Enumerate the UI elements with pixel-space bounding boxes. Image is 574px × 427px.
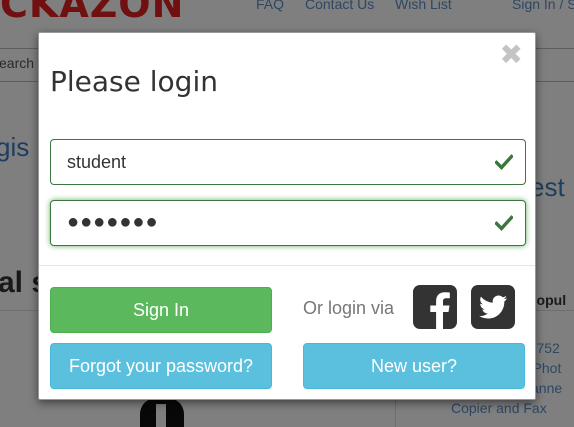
twitter-icon[interactable] <box>471 285 515 329</box>
login-modal: ✖ Please login student ●●●●●●● Sign In O… <box>38 32 536 400</box>
facebook-icon[interactable] <box>413 285 457 329</box>
check-icon <box>495 154 513 170</box>
password-field[interactable]: ●●●●●●● <box>50 200 526 246</box>
check-icon <box>495 215 513 231</box>
username-value: student <box>67 152 127 172</box>
modal-title: Please login <box>50 65 218 98</box>
forgot-password-button[interactable]: Forgot your password? <box>50 343 272 389</box>
or-login-label: Or login via <box>303 298 395 318</box>
sign-in-button[interactable]: Sign In <box>50 287 272 333</box>
new-user-button[interactable]: New user? <box>303 343 525 389</box>
modal-divider <box>39 265 535 266</box>
username-field[interactable]: student <box>50 139 526 185</box>
password-value: ●●●●●●● <box>67 211 159 233</box>
close-icon[interactable]: ✖ <box>500 41 523 69</box>
